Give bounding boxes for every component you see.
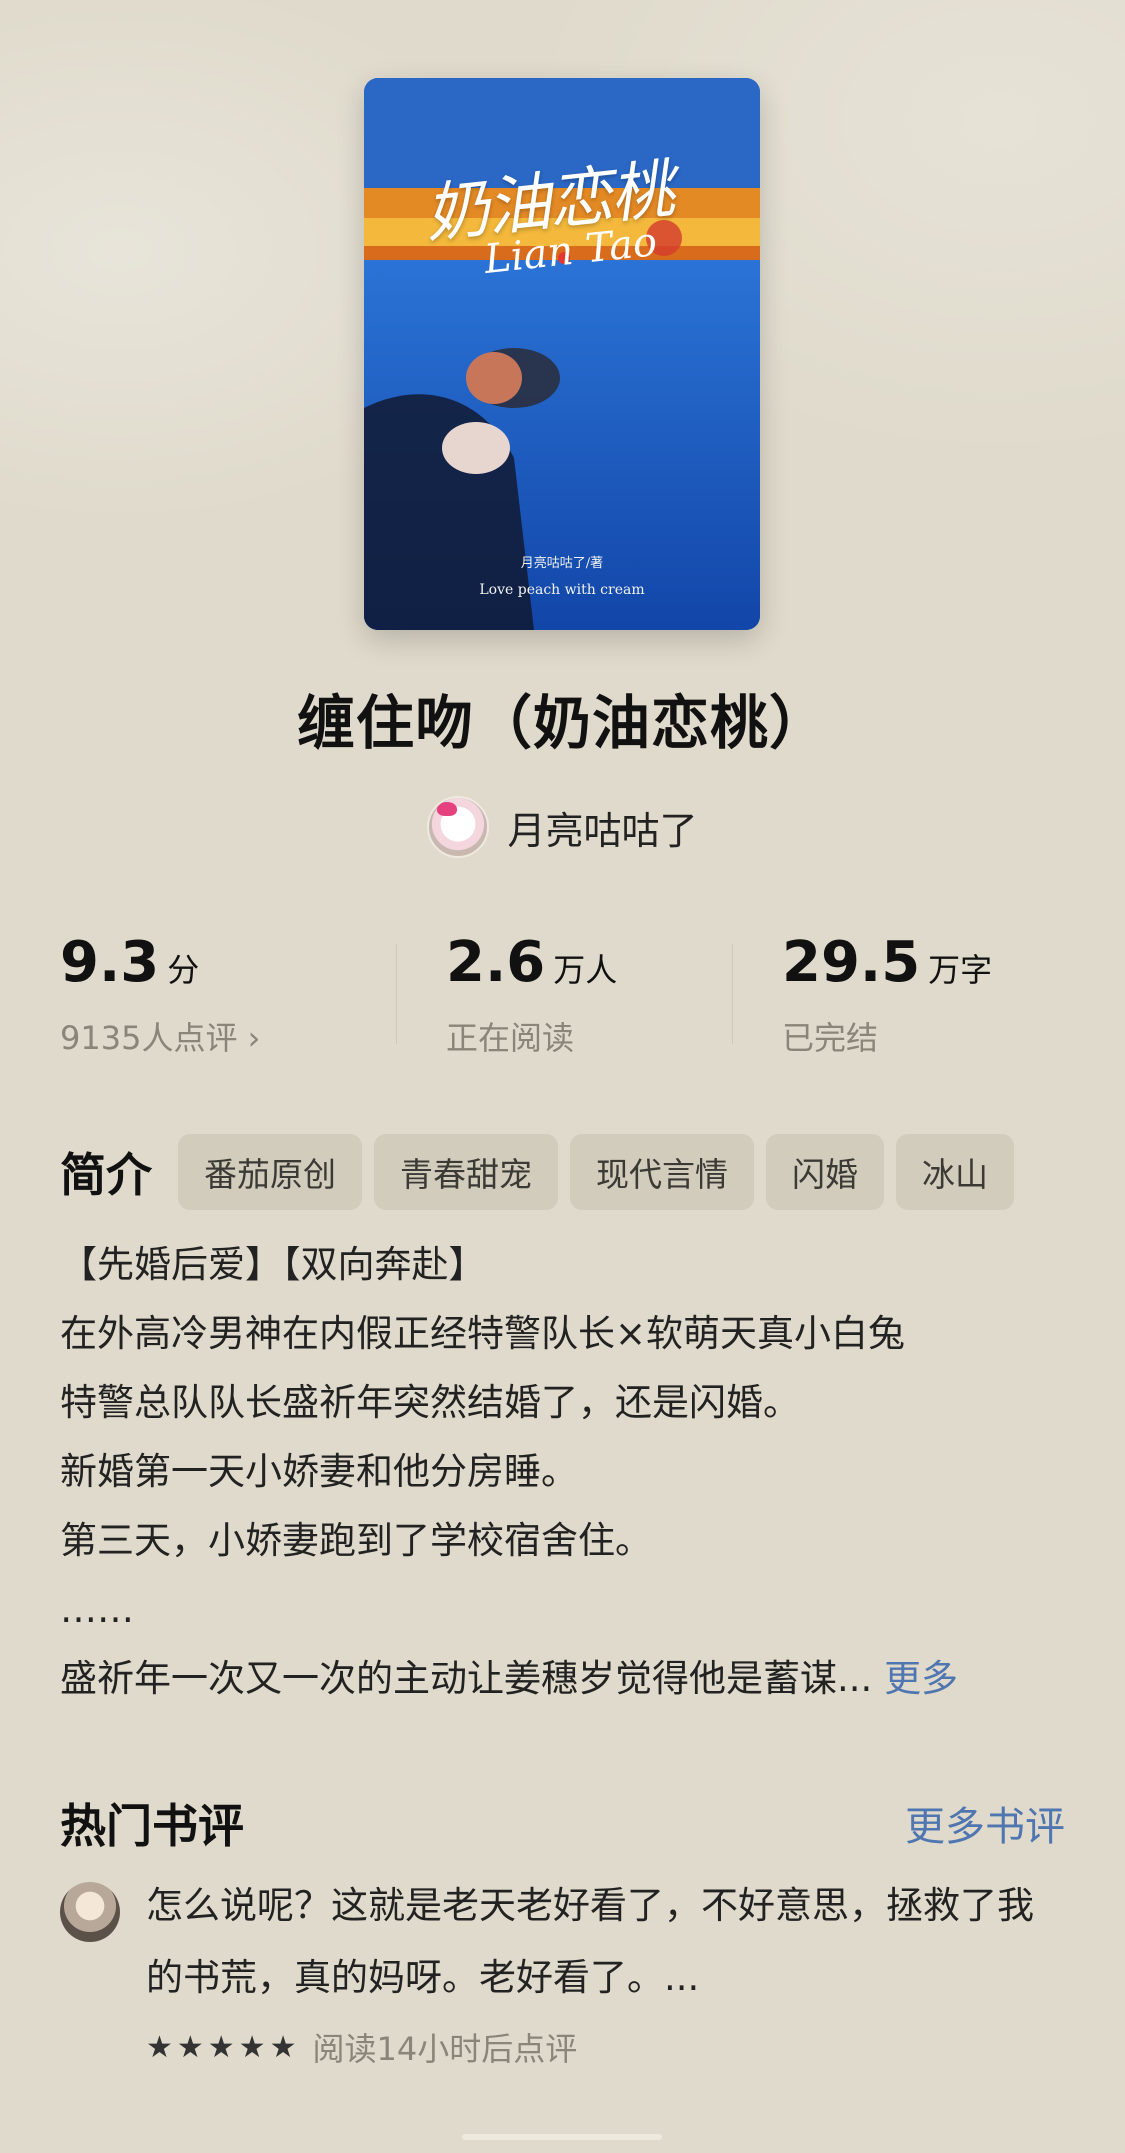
description-line: 在外高冷男神在内假正经特警队长×软萌天真小白兔 (60, 1312, 906, 1355)
description-line: 第三天，小娇妻跑到了学校宿舍住。 (60, 1519, 652, 1562)
cover-english-title: Love peach with cream (479, 582, 645, 598)
stat-divider (732, 944, 733, 1044)
bow-icon (437, 802, 458, 816)
tag[interactable]: 冰山 (896, 1134, 1014, 1210)
status-label: 已完结 (782, 1019, 879, 1057)
reviews-header: 热门书评 更多书评 (60, 1790, 1065, 1856)
star-rating-icon: ★★★★★ (146, 2029, 301, 2065)
more-reviews-link[interactable]: 更多书评 (905, 1794, 1065, 1852)
readers-unit: 万人 (553, 951, 618, 989)
stat-rating[interactable]: 9.3 分 9135人点评 › (60, 930, 260, 1059)
stat-divider (396, 944, 397, 1044)
description-last-line: 盛祈年一次又一次的主动让姜穗岁觉得他是蓄谋... 更多 (60, 1644, 1065, 1713)
readers-value: 2.6 (446, 930, 546, 995)
description-line: 【先婚后爱】【双向奔赴】 (60, 1243, 486, 1286)
description-line: 特警总队队长盛祈年突然结婚了，还是闪婚。 (60, 1381, 800, 1424)
rating-value: 9.3 (60, 930, 160, 995)
tag[interactable]: 番茄原创 (178, 1134, 362, 1210)
book-description[interactable]: 【先婚后爱】【双向奔赴】 在外高冷男神在内假正经特警队长×软萌天真小白兔 特警总… (60, 1230, 1065, 1713)
review-text: 怎么说呢？这就是老天老好看了，不好意思，拯救了我的书荒，真的妈呀。老好看了。..… (146, 1884, 1034, 1999)
author-name[interactable]: 月亮咕咕了 (507, 800, 697, 855)
review-read-time: 阅读14小时后点评 (312, 2030, 578, 2068)
author-row[interactable]: 月亮咕咕了 (0, 796, 1125, 858)
book-title: 缠住吻（奶油恋桃） (296, 689, 828, 757)
description-line: 新婚第一天小娇妻和他分房睡。 (60, 1450, 578, 1493)
words-value: 29.5 (782, 930, 921, 995)
book-cover[interactable]: 奶油恋桃 Lian Tao 月亮咕咕了/著 Love peach with cr… (364, 78, 760, 630)
expand-description-button[interactable]: 更多 (884, 1657, 958, 1700)
description-line: 盛祈年一次又一次的主动让姜穗岁觉得他是蓄谋... (60, 1657, 873, 1700)
readers-label: 正在阅读 (446, 1019, 575, 1057)
tag[interactable]: 现代言情 (570, 1134, 754, 1210)
review-meta: ★★★★★ 阅读14小时后点评 (146, 2024, 577, 2070)
intro-header: 简介 番茄原创 青春甜宠 现代言情 闪婚 冰山 (60, 1134, 1065, 1210)
reviewer-avatar[interactable] (60, 1882, 120, 1942)
stats-row: 9.3 分 9135人点评 › 2.6 万人 正在阅读 29.5 万字 已完结 (60, 930, 1065, 1060)
tag[interactable]: 青春甜宠 (374, 1134, 558, 1210)
home-indicator[interactable] (462, 2134, 662, 2140)
stat-readers: 2.6 万人 正在阅读 (446, 930, 617, 1059)
intro-label: 简介 (60, 1148, 152, 1202)
tag[interactable]: 闪婚 (766, 1134, 884, 1210)
rating-count-link[interactable]: 9135人点评 › (60, 1013, 260, 1059)
reviews-title: 热门书评 (60, 1799, 244, 1853)
cover-author-line: 月亮咕咕了/著 (520, 556, 604, 571)
words-unit: 万字 (928, 951, 993, 989)
rating-unit: 分 (167, 951, 200, 989)
description-line: …… (60, 1588, 134, 1631)
stat-words: 29.5 万字 已完结 (782, 930, 992, 1059)
author-avatar[interactable] (427, 796, 490, 858)
